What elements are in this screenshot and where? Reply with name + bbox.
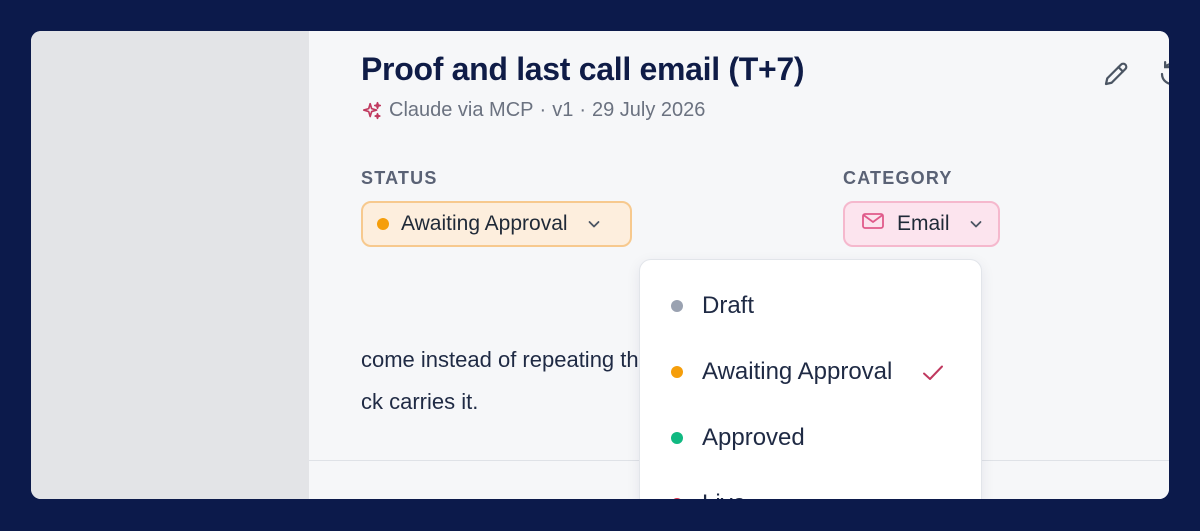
status-option-live[interactable]: Live — [640, 476, 981, 499]
status-dot — [671, 432, 683, 444]
status-dot — [671, 498, 683, 499]
status-dot — [377, 218, 389, 230]
detail-panel: Proof and last call email (T+7) Claude v… — [309, 31, 1169, 499]
history-icon[interactable] — [1157, 59, 1169, 89]
left-panel — [31, 31, 309, 499]
status-dot — [671, 366, 683, 378]
category-select[interactable]: Email — [843, 201, 1000, 247]
status-dropdown-menu: Draft Awaiting Approval Approved Live — [639, 259, 982, 499]
pencil-icon[interactable] — [1101, 59, 1131, 89]
category-label: CATEGORY — [843, 168, 953, 188]
meta-separator: · — [539, 99, 547, 121]
status-label: STATUS — [361, 168, 438, 188]
author-label: Claude via MCP — [389, 99, 534, 121]
checkmark-icon — [922, 362, 944, 390]
option-label: Awaiting Approval — [702, 358, 893, 385]
status-option-awaiting-approval[interactable]: Awaiting Approval — [640, 344, 981, 400]
chevron-down-icon — [962, 216, 984, 232]
option-label: Approved — [702, 424, 805, 451]
status-dot — [671, 300, 683, 312]
status-value: Awaiting Approval — [401, 212, 568, 235]
version-label: v1 — [552, 99, 574, 121]
option-label: Draft — [702, 292, 755, 319]
chevron-down-icon — [580, 216, 602, 232]
date-label: 29 July 2026 — [591, 99, 706, 121]
status-option-draft[interactable]: Draft — [640, 278, 981, 334]
envelope-icon — [861, 211, 885, 237]
status-select[interactable]: Awaiting Approval — [361, 201, 632, 247]
meta-line: Claude via MCP · v1 · 29 July 2026 — [361, 99, 705, 122]
page-title: Proof and last call email (T+7) — [361, 51, 805, 87]
category-value: Email — [897, 212, 950, 235]
sparkles-icon — [361, 100, 383, 122]
meta-separator: · — [579, 99, 586, 121]
status-option-approved[interactable]: Approved — [640, 410, 981, 466]
option-label: Live — [702, 490, 746, 499]
app-window: Proof and last call email (T+7) Claude v… — [31, 31, 1169, 499]
